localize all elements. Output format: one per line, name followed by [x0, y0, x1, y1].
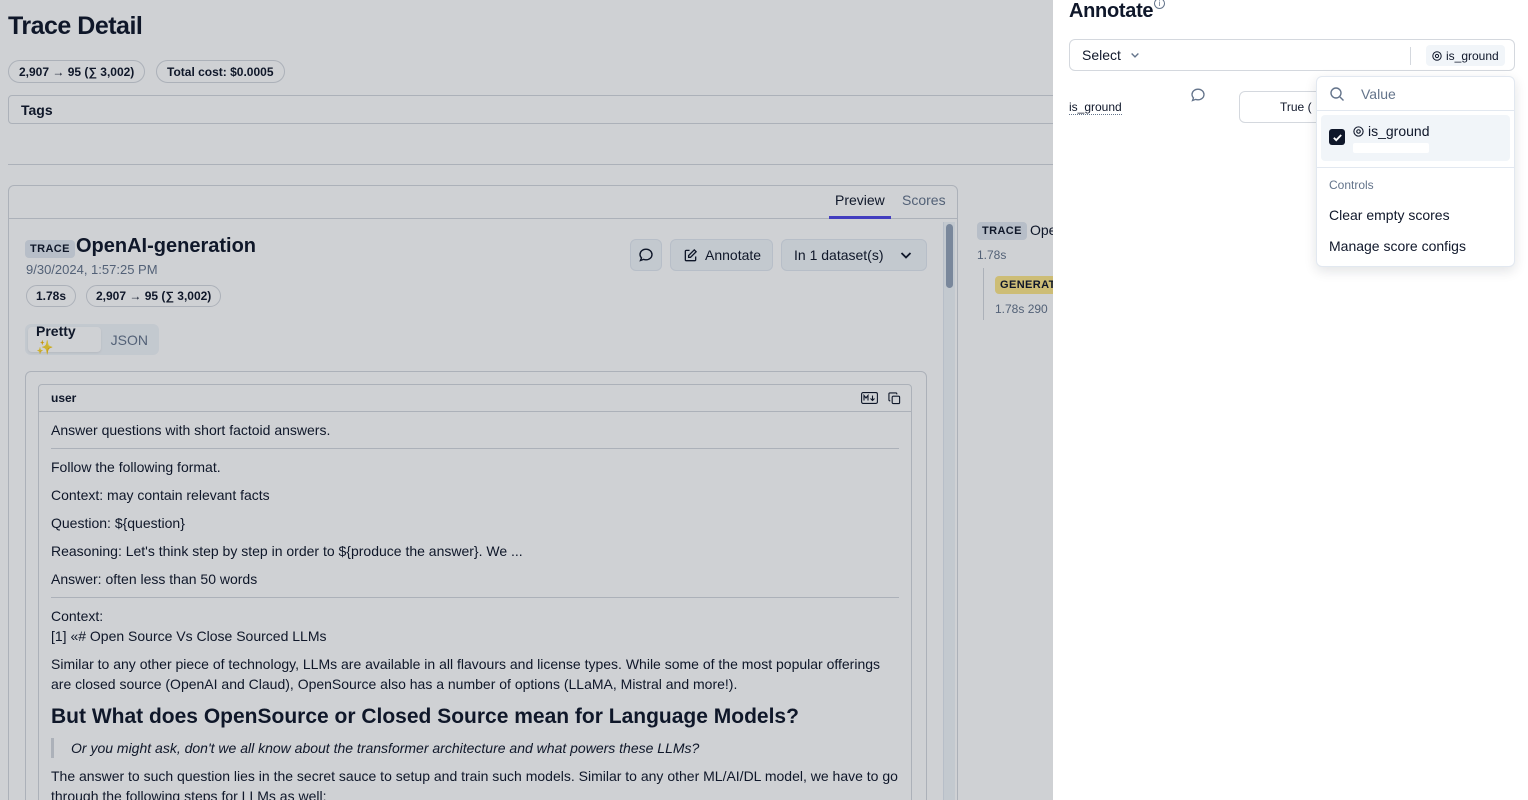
option-label: is_ground — [1368, 123, 1430, 139]
search-icon — [1330, 86, 1344, 101]
score-name: is_ground — [1069, 100, 1122, 115]
dropdown-search-input[interactable] — [1361, 85, 1501, 102]
comment-icon — [1191, 88, 1205, 102]
dropdown-separator — [1317, 167, 1514, 168]
dropdown-option-is-ground[interactable]: is_ground — [1321, 115, 1510, 161]
controls-heading: Controls — [1329, 178, 1374, 192]
check-icon — [1332, 133, 1342, 141]
clear-empty-scores-action[interactable]: Clear empty scores — [1329, 207, 1450, 223]
modal-overlay[interactable] — [0, 0, 1053, 800]
score-dropdown: is_ground Controls Clear empty scores Ma… — [1316, 76, 1515, 267]
selected-score-chip[interactable]: is_ground — [1426, 45, 1505, 66]
manage-score-configs-action[interactable]: Manage score configs — [1329, 238, 1466, 254]
target-icon — [1432, 50, 1442, 61]
dropdown-search — [1317, 77, 1514, 111]
select-separator — [1410, 47, 1411, 65]
checkbox-checked[interactable] — [1329, 129, 1345, 145]
chip-label: is_ground — [1446, 48, 1499, 63]
option-description-bar — [1353, 143, 1429, 153]
score-comment-button[interactable] — [1190, 87, 1206, 108]
select-label: Select — [1082, 47, 1121, 63]
info-icon[interactable]: i — [1154, 0, 1165, 9]
target-icon — [1353, 125, 1364, 137]
score-select[interactable]: Select is_ground — [1069, 39, 1515, 71]
chevron-down-icon — [1131, 53, 1139, 58]
annotate-title: Annotate — [1069, 0, 1154, 22]
